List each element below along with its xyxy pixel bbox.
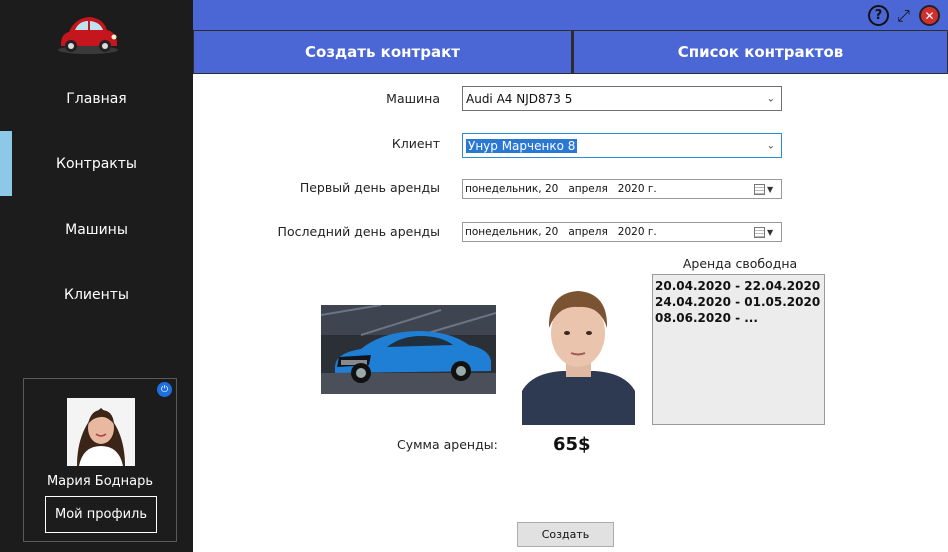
tab-contract-list[interactable]: Список контрактов [572,30,948,74]
nav-item-label: Клиенты [64,287,129,303]
close-icon[interactable]: ✕ [919,5,940,26]
my-profile-button[interactable]: Мой профиль [45,496,157,533]
calendar-icon[interactable]: ▼ [754,183,776,196]
calendar-icon[interactable]: ▼ [754,226,776,239]
nav-item-cars[interactable]: Машины [0,210,193,250]
chevron-down-icon: ⌄ [766,140,775,151]
chevron-down-icon: ⌄ [766,93,775,104]
client-select-value: Унур Марченко 8 [466,138,578,153]
avatar [67,398,135,466]
client-select[interactable]: Унур Марченко 8 ⌄ [462,133,782,158]
create-button[interactable]: Создать [517,522,614,547]
car-logo-icon [55,10,121,56]
title-bar: ? ⤢ ✕ [193,0,948,30]
nav-item-label: Контракты [56,156,137,172]
car-photo [321,305,496,394]
end-date-label: Последний день аренды [277,224,440,239]
list-item: 20.04.2020 - 22.04.2020 [655,279,821,293]
help-icon[interactable]: ? [868,5,889,26]
list-item: 24.04.2020 - 01.05.2020 [655,295,821,309]
power-icon[interactable]: ⏻ [157,382,172,397]
nav-item-clients[interactable]: Клиенты [0,275,193,315]
nav-item-label: Главная [66,91,127,107]
nav-item-contracts[interactable]: Контракты [0,144,193,184]
profile-name: Мария Боднарь [46,474,154,489]
list-item: 08.06.2020 - ... [655,311,758,325]
expand-icon[interactable]: ⤢ [893,5,914,26]
car-select-value: Audi A4 NJD873 5 [466,91,573,106]
end-date-value: понедельник, 20 апреля 2020 г. [465,226,657,238]
tab-create-contract[interactable]: Создать контракт [193,30,572,74]
client-photo [522,273,635,425]
tab-bar: Создать контракт Список контрактов [193,30,948,74]
tab-label: Список контрактов [677,43,844,61]
sidebar: Главная Контракты Машины Клиенты ⏻ Мария… [0,0,193,552]
end-date-picker[interactable]: понедельник, 20 апреля 2020 г. ▼ [462,222,782,242]
availability-title: Аренда свободна [682,256,798,271]
rental-sum-value: 65$ [553,434,591,455]
app-window: Главная Контракты Машины Клиенты ⏻ Мария… [0,0,948,552]
start-date-value: понедельник, 20 апреля 2020 г. [465,183,657,195]
car-select[interactable]: Audi A4 NJD873 5 ⌄ [462,86,782,111]
rental-sum-label: Сумма аренды: [397,437,498,452]
start-date-label: Первый день аренды [299,180,440,195]
availability-list[interactable]: 20.04.2020 - 22.04.2020 24.04.2020 - 01.… [652,274,825,425]
nav-item-home[interactable]: Главная [0,79,193,119]
car-label: Машина [386,91,440,106]
start-date-picker[interactable]: понедельник, 20 апреля 2020 г. ▼ [462,179,782,199]
client-label: Клиент [391,136,440,151]
user-profile-card: ⏻ Мария Боднарь Мой профиль [23,378,177,542]
nav-item-label: Машины [65,222,128,238]
tab-label: Создать контракт [305,43,460,61]
